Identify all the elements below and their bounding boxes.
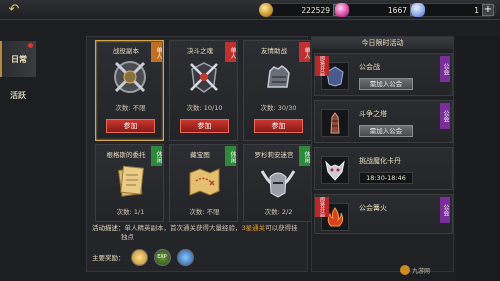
demon-face-icon	[321, 156, 349, 184]
event-name: 公会篝火	[359, 204, 387, 212]
shield-axes-icon	[110, 57, 150, 97]
card-rosalian-labyrinth[interactable]: 罗杉莉安迷宫 休闲 次数: 2/2	[243, 144, 312, 222]
back-arrow-icon[interactable]: ↶	[4, 2, 24, 18]
card-duel-soul[interactable]: 决斗之魂 单人 次数: 10/10 参加	[169, 40, 238, 141]
event-guild-war[interactable]: 即将开启 公会战 需加入公会 公会	[314, 53, 453, 96]
gold-coin-icon	[259, 3, 273, 17]
scroll-paper-icon	[110, 161, 150, 201]
card-count: 次数: 2/2	[264, 208, 293, 216]
limited-events-panel: 今日限时活动 即将开启 公会战 需加入公会 公会 斗争之塔 需加入公会 公会 挑…	[311, 36, 454, 272]
exp-icon[interactable]: EXP	[153, 248, 171, 266]
events-panel-title: 今日限时活动	[312, 37, 453, 49]
guild-tag: 公会	[440, 103, 450, 129]
event-struggle-tower[interactable]: 斗争之塔 需加入公会 公会	[314, 100, 453, 143]
solo-tag: 单人	[225, 42, 236, 62]
pink-gem-icon	[335, 3, 349, 17]
card-count: 次数: 不限	[115, 104, 146, 112]
sidebar: 日常 活跃	[0, 41, 36, 281]
event-name: 公会战	[359, 63, 380, 71]
casual-tag: 休闲	[151, 146, 162, 166]
guild-tag: 公会	[440, 197, 450, 223]
right-frame	[456, 36, 500, 281]
description-label: 活动描述：	[92, 224, 125, 232]
card-count: 次数: 不限	[189, 208, 220, 216]
rewards-label: 主要奖励：	[92, 254, 125, 262]
card-campaign-dungeon[interactable]: 战役副本 单人 次数: 不限 参加	[95, 40, 164, 141]
crystal-value: 1	[474, 5, 479, 15]
event-guild-bonfire[interactable]: 即将开启 公会篝火 公会	[314, 194, 453, 234]
card-count: 次数: 1/1	[116, 208, 145, 216]
horned-helmet-icon	[258, 161, 298, 201]
gold-value: 222529	[301, 5, 330, 15]
crossed-swords-shield-icon	[184, 57, 224, 97]
card-title: 决斗之魂	[187, 47, 213, 55]
card-count: 次数: 30/30	[260, 104, 297, 112]
join-guild-button[interactable]: 需加入公会	[359, 78, 413, 90]
notification-dot-icon	[28, 43, 33, 48]
main-rewards: 主要奖励： EXP	[92, 247, 194, 267]
watermark: 九游网	[400, 263, 446, 277]
event-name: 挑战魔化卡丹	[359, 157, 401, 165]
solo-tag: 单人	[151, 42, 162, 62]
event-challenge-kadan[interactable]: 挑战魔化卡丹 18:30-18:46	[314, 147, 453, 190]
tab-daily[interactable]: 日常	[0, 41, 36, 77]
watermark-text: 九游网	[412, 267, 431, 275]
join-button[interactable]: 参加	[180, 119, 229, 133]
card-friend-assist[interactable]: 友情助战 单人 次数: 30/30 参加	[243, 40, 312, 141]
treasure-map-icon	[184, 161, 224, 201]
gem-value: 1667	[387, 5, 407, 15]
description-text-b: 可以获得挂	[265, 224, 298, 232]
description-text: 单人精英副本，首次通关获得大量经验，	[124, 224, 242, 232]
join-button[interactable]: 参加	[254, 119, 303, 133]
guild-tag: 公会	[440, 56, 450, 82]
join-button[interactable]: 参加	[106, 119, 155, 133]
card-gengus-commission[interactable]: 根格斯的委托 休闲 次数: 1/1	[95, 144, 164, 222]
card-title: 战役副本	[113, 47, 139, 55]
tab-active-label: 活跃	[10, 90, 26, 100]
event-time: 18:30-18:46	[359, 172, 413, 184]
casual-tag: 休闲	[299, 146, 310, 166]
add-crystal-button[interactable]: +	[482, 4, 494, 16]
top-bar: ↶ 222529 + 1667 + 1 +	[0, 0, 500, 20]
blue-crystal-icon	[411, 3, 425, 17]
tower-icon	[321, 109, 349, 137]
card-title: 根格斯的委托	[106, 151, 146, 159]
gold-medal-icon[interactable]	[130, 248, 148, 266]
card-title: 藏宝图	[190, 151, 210, 159]
card-title: 友情助战	[261, 47, 287, 55]
description-highlight: 3星通关	[241, 224, 266, 232]
solo-tag: 单人	[299, 42, 310, 62]
join-guild-button[interactable]: 需加入公会	[359, 125, 413, 137]
upcoming-ribbon: 即将开启	[315, 56, 329, 76]
activity-description: 活动描述：单人精英副本，首次通关获得大量经验，3星通关可以获得挂 独点	[92, 224, 312, 242]
tab-active[interactable]: 活跃	[0, 77, 36, 113]
crystal-resource: 1 +	[411, 3, 496, 17]
casual-tag: 休闲	[225, 146, 236, 166]
tab-daily-label: 日常	[11, 54, 27, 64]
card-count: 次数: 10/10	[186, 104, 223, 112]
blue-orb-icon[interactable]	[176, 248, 194, 266]
upcoming-ribbon: 即将开启	[315, 197, 329, 217]
card-title: 罗杉莉安迷宫	[254, 151, 294, 159]
watermark-logo-icon	[400, 265, 410, 275]
card-treasure-map[interactable]: 藏宝图 休闲 次数: 不限	[169, 144, 238, 222]
event-name: 斗争之塔	[359, 110, 387, 118]
description-text-c: 独点	[121, 233, 134, 241]
gauntlet-icon	[258, 57, 298, 97]
